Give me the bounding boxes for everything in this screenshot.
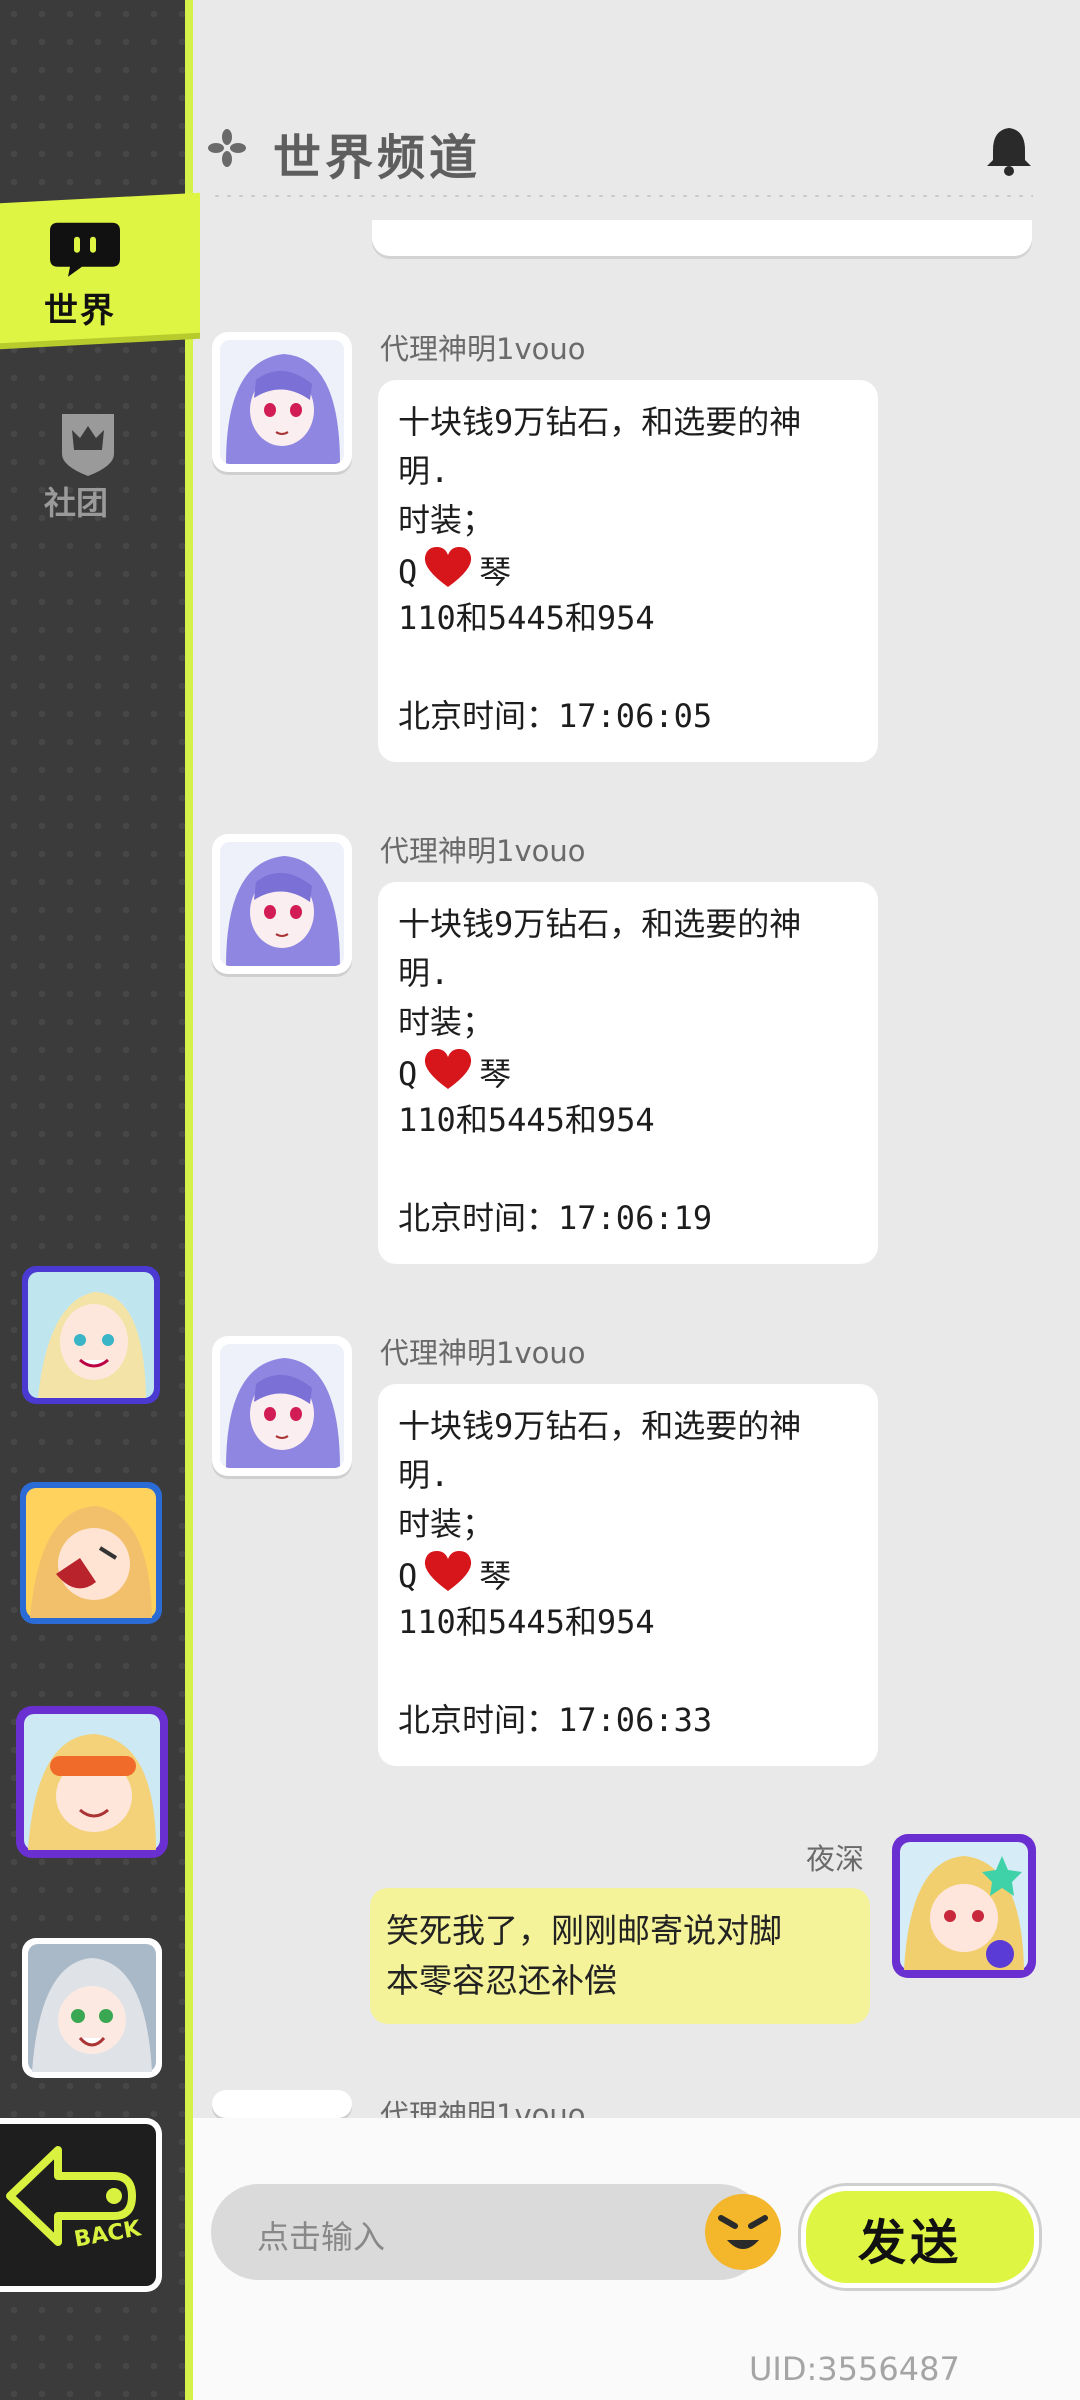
tab-club[interactable]: 社团: [38, 408, 158, 522]
sidebar-avatar-1[interactable]: [18, 1262, 164, 1408]
user-avatar[interactable]: [212, 332, 352, 472]
message-line: 时装；: [398, 1505, 495, 1543]
message-line: Q琴: [398, 1549, 858, 1598]
page-title: 世界频道: [273, 130, 482, 186]
user-avatar[interactable]: [212, 2090, 352, 2118]
user-avatar[interactable]: [212, 834, 352, 974]
partial-message-bubble: [372, 220, 1032, 256]
message-line: 时装；: [398, 1003, 495, 1041]
message-line: 明.: [398, 954, 450, 992]
emoji-icon[interactable]: [703, 2192, 783, 2272]
message-line: Q琴: [398, 545, 858, 594]
sidebar-avatar-3[interactable]: [10, 1700, 174, 1864]
message-timestamp: 北京时间：17:06:05: [398, 697, 713, 735]
message-input[interactable]: 点击输入: [211, 2184, 781, 2280]
sidebar-avatar-2[interactable]: [16, 1478, 166, 1628]
channel-header: 世界频道: [193, 100, 1080, 200]
message-bubble[interactable]: 十块钱9万钻石，和选要的神 明. 时装； Q琴 110和5445和954 北京时…: [378, 380, 878, 762]
message-bubble[interactable]: 十块钱9万钻石，和选要的神 明. 时装； Q琴 110和5445和954 北京时…: [378, 1384, 878, 1766]
self-message-bubble[interactable]: 笑死我了，刚刚邮寄说对脚 本零容忍还补偿: [370, 1888, 870, 2024]
user-id-label: UID:3556487: [749, 2350, 960, 2388]
user-avatar[interactable]: [212, 1336, 352, 1476]
self-sender-name: 夜深: [806, 1842, 865, 1876]
message-line: 明.: [398, 1456, 450, 1494]
message-line: 笑死我了，刚刚邮寄说对脚: [386, 1911, 782, 1950]
message-line: Q琴: [398, 1047, 858, 1096]
message-line: 明.: [398, 452, 450, 490]
send-button-label: 发送: [858, 2215, 963, 2271]
tab-club-label: 社团: [44, 484, 109, 522]
message-bubble[interactable]: 十块钱9万钻石，和选要的神 明. 时装； Q琴 110和5445和954 北京时…: [378, 882, 878, 1264]
bell-icon[interactable]: [981, 122, 1037, 178]
chat-bubble-icon: [48, 221, 122, 279]
send-button[interactable]: 发送: [801, 2186, 1039, 2288]
message-line: 十块钱9万钻石，和选要的神: [398, 905, 802, 943]
tab-world-label: 世界: [44, 291, 116, 332]
tab-world[interactable]: 世界: [0, 192, 200, 344]
composer-bar: 点击输入 发送 UID:3556487: [193, 2118, 1080, 2400]
flower-icon: [208, 129, 246, 167]
message-line: 十块钱9万钻石，和选要的神: [398, 403, 802, 441]
self-avatar[interactable]: [884, 1826, 1044, 1986]
sender-name: 代理神明1vouo: [380, 332, 586, 366]
message-line: 十块钱9万钻石，和选要的神: [398, 1407, 802, 1445]
message-line: 时装；: [398, 501, 495, 539]
message-timestamp: 北京时间：17:06:33: [398, 1701, 713, 1739]
sidebar-avatar-4[interactable]: [20, 1936, 164, 2080]
message-line: 110和5445和954: [398, 1603, 655, 1641]
message-timestamp: 北京时间：17:06:19: [398, 1199, 713, 1237]
message-line: 110和5445和954: [398, 1101, 655, 1139]
shield-crown-icon: [62, 414, 114, 476]
message-input-placeholder: 点击输入: [257, 2218, 386, 2256]
header-divider: [211, 194, 1033, 198]
message-line: 本零容忍还补偿: [386, 1961, 617, 2000]
back-button[interactable]: BACK: [0, 2118, 162, 2292]
sidebar-accent-stripe: [185, 0, 193, 2400]
sender-name: 代理神明1vouo: [380, 834, 586, 868]
sender-name: 代理神明1vouo: [380, 1336, 586, 1370]
message-line: 110和5445和954: [398, 599, 655, 637]
